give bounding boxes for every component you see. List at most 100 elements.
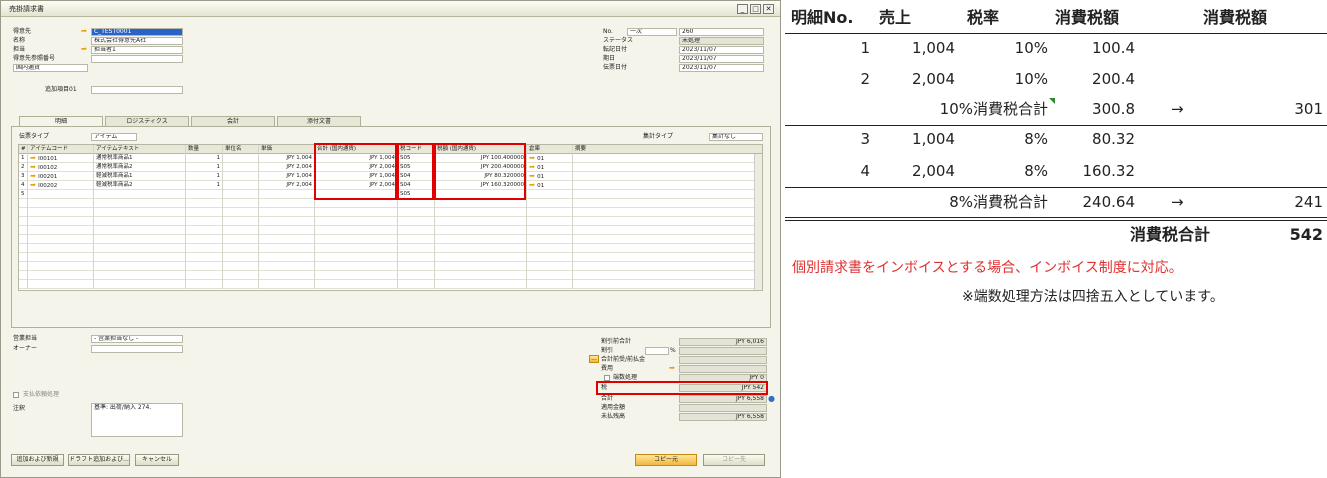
table-cell[interactable]: 3 xyxy=(19,172,28,181)
table-row[interactable] xyxy=(19,226,762,235)
table-cell-empty[interactable] xyxy=(223,280,259,289)
table-cell-empty[interactable] xyxy=(398,235,435,244)
link-arrow-icon[interactable]: ➡ xyxy=(30,163,38,171)
table-cell-empty[interactable] xyxy=(19,217,28,226)
table-cell-empty[interactable] xyxy=(186,262,223,271)
table-cell-empty[interactable] xyxy=(186,217,223,226)
table-cell[interactable]: 軽減税率商品1 xyxy=(94,172,186,181)
table-cell-empty[interactable] xyxy=(527,226,573,235)
table-cell-empty[interactable] xyxy=(573,280,762,289)
link-arrow-icon[interactable]: ➡ xyxy=(81,45,87,53)
table-cell-empty[interactable] xyxy=(28,253,94,262)
table-row[interactable] xyxy=(19,208,762,217)
payment-checkbox[interactable] xyxy=(13,392,19,398)
contact-select[interactable]: 担当者1 xyxy=(91,46,183,54)
table-row[interactable] xyxy=(19,262,762,271)
table-cell-empty[interactable] xyxy=(186,235,223,244)
table-cell-empty[interactable] xyxy=(527,244,573,253)
table-cell-empty[interactable] xyxy=(398,253,435,262)
table-cell-empty[interactable] xyxy=(573,253,762,262)
table-cell-empty[interactable] xyxy=(398,262,435,271)
table-cell[interactable]: ➡ I00101 xyxy=(28,154,94,163)
table-cell-empty[interactable] xyxy=(527,208,573,217)
table-cell[interactable]: 通常税率商品2 xyxy=(94,163,186,172)
table-cell[interactable]: 2 xyxy=(19,163,28,172)
link-arrow-icon[interactable]: ➡ xyxy=(30,172,38,180)
table-cell-empty[interactable] xyxy=(527,235,573,244)
table-cell[interactable] xyxy=(28,190,94,199)
sum-select[interactable]: 集計なし xyxy=(709,133,763,141)
link-arrow-icon[interactable]: ➡ xyxy=(81,27,87,35)
table-cell[interactable] xyxy=(259,190,315,199)
sales-select[interactable]: - 営業担当なし - xyxy=(91,335,183,343)
table-cell-empty[interactable] xyxy=(223,172,259,181)
column-header[interactable]: # xyxy=(19,145,28,154)
link-arrow-icon[interactable]: ➡ xyxy=(529,181,537,189)
table-row[interactable] xyxy=(19,235,762,244)
series-select[interactable]: 一次 xyxy=(627,28,677,36)
table-cell-empty[interactable] xyxy=(94,235,186,244)
table-cell-empty[interactable] xyxy=(435,280,527,289)
table-cell[interactable]: JPY 2,004 xyxy=(259,163,315,172)
table-cell-empty[interactable] xyxy=(94,199,186,208)
column-header[interactable]: アイテムコード xyxy=(28,145,94,154)
table-cell-empty[interactable] xyxy=(315,253,398,262)
table-cell-empty[interactable] xyxy=(573,172,762,181)
table-cell-empty[interactable] xyxy=(315,280,398,289)
table-cell-empty[interactable] xyxy=(573,217,762,226)
remarks-input[interactable]: 基準: 出荷/納入 274. xyxy=(91,403,183,437)
owner-input[interactable] xyxy=(91,345,183,353)
ref-input[interactable] xyxy=(91,55,183,63)
cancel-button[interactable]: キャンセル xyxy=(135,454,179,466)
table-cell-empty[interactable] xyxy=(19,208,28,217)
column-header[interactable]: 倉庫 xyxy=(527,145,573,154)
table-cell-empty[interactable] xyxy=(527,280,573,289)
table-cell[interactable]: ➡ 01 xyxy=(527,181,573,190)
table-cell-empty[interactable] xyxy=(223,262,259,271)
table-cell-empty[interactable] xyxy=(94,208,186,217)
table-cell[interactable] xyxy=(186,190,223,199)
table-cell-empty[interactable] xyxy=(223,217,259,226)
table-cell-empty[interactable] xyxy=(527,199,573,208)
table-row[interactable] xyxy=(19,280,762,289)
table-cell-empty[interactable] xyxy=(94,226,186,235)
table-cell[interactable]: ➡ I00102 xyxy=(28,163,94,172)
copy-from-button[interactable]: コピー元 xyxy=(635,454,697,466)
table-cell-empty[interactable] xyxy=(315,208,398,217)
table-cell-empty[interactable] xyxy=(435,208,527,217)
table-cell-empty[interactable] xyxy=(527,262,573,271)
table-row[interactable] xyxy=(19,199,762,208)
table-cell-empty[interactable] xyxy=(259,226,315,235)
doctype-select[interactable]: アイテム xyxy=(91,133,137,141)
table-cell-empty[interactable] xyxy=(259,244,315,253)
table-cell-empty[interactable] xyxy=(186,199,223,208)
table-cell-empty[interactable] xyxy=(186,244,223,253)
table-cell[interactable]: 5 xyxy=(19,190,28,199)
table-cell-empty[interactable] xyxy=(223,271,259,280)
column-header[interactable]: アイテムテキスト xyxy=(94,145,186,154)
currency-coins-icon[interactable]: ● xyxy=(768,394,775,403)
table-cell[interactable] xyxy=(94,190,186,199)
table-cell-empty[interactable] xyxy=(28,226,94,235)
table-cell-empty[interactable] xyxy=(573,271,762,280)
table-cell-empty[interactable] xyxy=(398,199,435,208)
copy-to-button[interactable]: コピー先 xyxy=(703,454,765,466)
table-cell[interactable]: ➡ 01 xyxy=(527,154,573,163)
table-cell-empty[interactable] xyxy=(527,271,573,280)
table-cell[interactable]: JPY 2,004 xyxy=(259,181,315,190)
table-cell[interactable]: 軽減税率商品2 xyxy=(94,181,186,190)
table-cell-empty[interactable] xyxy=(186,253,223,262)
table-cell-empty[interactable] xyxy=(435,235,527,244)
table-cell-empty[interactable] xyxy=(19,280,28,289)
table-cell-empty[interactable] xyxy=(259,280,315,289)
column-header[interactable]: 単価 xyxy=(259,145,315,154)
table-cell-empty[interactable] xyxy=(186,280,223,289)
table-cell-empty[interactable] xyxy=(94,262,186,271)
table-cell-empty[interactable] xyxy=(28,217,94,226)
table-cell-empty[interactable] xyxy=(94,244,186,253)
maximize-button[interactable]: □ xyxy=(750,4,761,14)
table-cell-empty[interactable] xyxy=(398,271,435,280)
table-cell-empty[interactable] xyxy=(186,271,223,280)
table-cell-empty[interactable] xyxy=(223,199,259,208)
column-header[interactable]: 摘要 xyxy=(573,145,762,154)
